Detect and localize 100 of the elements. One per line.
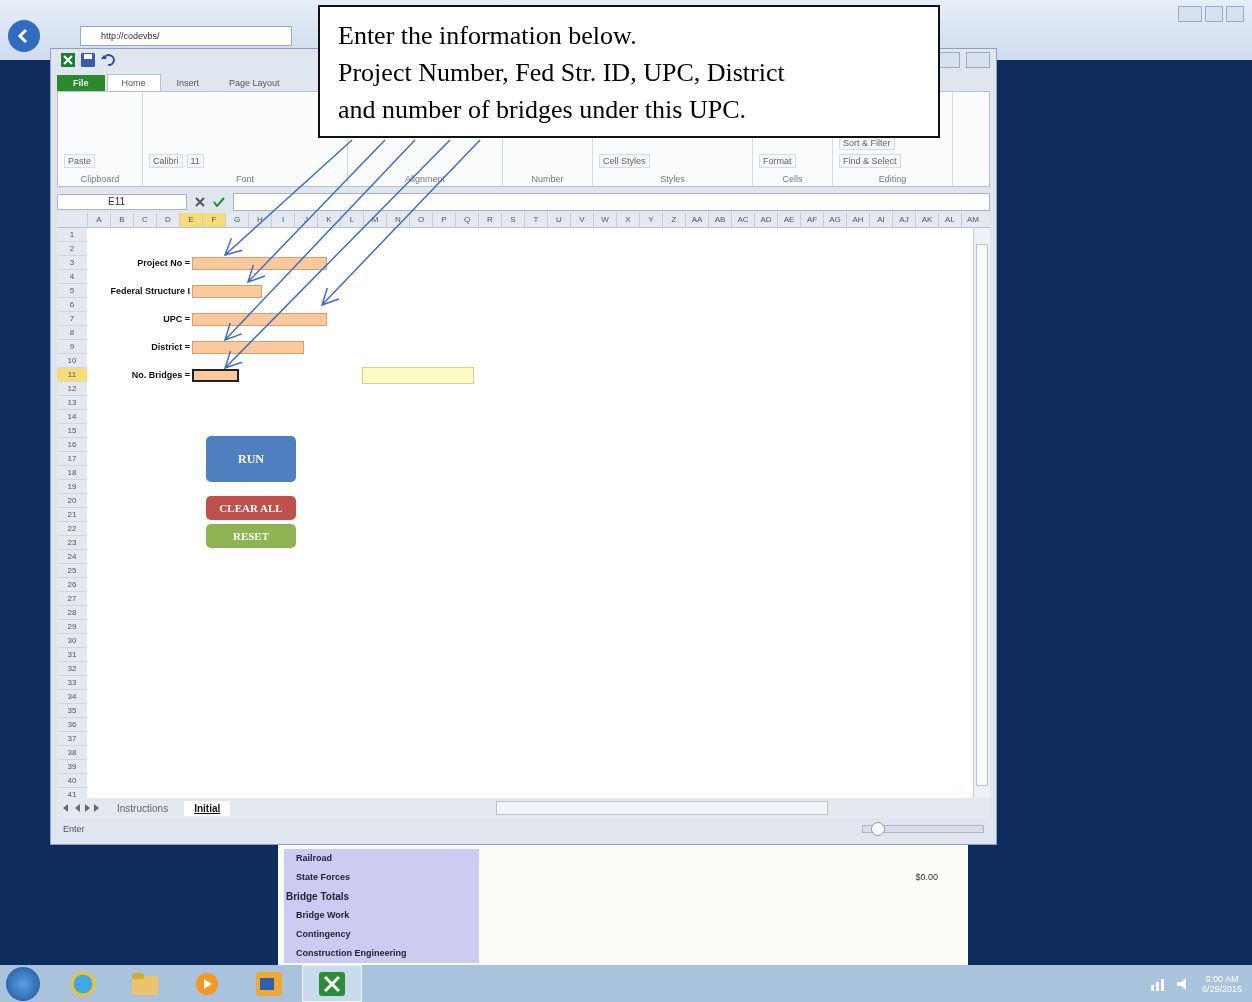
row-header[interactable]: 32 — [57, 662, 87, 676]
column-header[interactable]: AM — [961, 213, 984, 227]
row-header[interactable]: 20 — [57, 494, 87, 508]
column-header[interactable]: AG — [823, 213, 846, 227]
column-header[interactable]: B — [110, 213, 133, 227]
column-header[interactable]: E — [179, 213, 202, 227]
column-header[interactable]: V — [570, 213, 593, 227]
row-header[interactable]: 13 — [57, 396, 87, 410]
ribbon-button[interactable]: Find & Select — [839, 154, 901, 168]
row-header[interactable]: 6 — [57, 298, 87, 312]
row-header[interactable]: 21 — [57, 508, 87, 522]
row-header[interactable]: 39 — [57, 760, 87, 774]
ribbon-tab[interactable]: Insert — [162, 75, 214, 91]
row-header[interactable]: 14 — [57, 410, 87, 424]
column-header[interactable]: AC — [731, 213, 754, 227]
row-header[interactable]: 12 — [57, 382, 87, 396]
row-header[interactable]: 16 — [57, 438, 87, 452]
row-header[interactable]: 24 — [57, 550, 87, 564]
column-header[interactable]: AF — [800, 213, 823, 227]
table-cell: $0.00 — [915, 872, 938, 882]
row-header[interactable]: 4 — [57, 270, 87, 284]
column-header[interactable]: H — [248, 213, 271, 227]
ribbon-button[interactable]: Paste — [64, 154, 95, 168]
sheet-tab[interactable]: Initial — [184, 800, 231, 816]
macro-button[interactable]: CLEAR ALL — [206, 496, 296, 520]
row-label: Bridge Work — [284, 906, 479, 925]
row-header[interactable]: 27 — [57, 592, 87, 606]
column-header[interactable]: AH — [846, 213, 869, 227]
column-header[interactable]: AB — [708, 213, 731, 227]
row-header[interactable]: 36 — [57, 718, 87, 732]
address-bar[interactable]: http://codevbs/ — [80, 26, 292, 46]
macro-button[interactable]: RUN — [206, 436, 296, 482]
row-header[interactable]: 25 — [57, 564, 87, 578]
column-header[interactable]: K — [317, 213, 340, 227]
row-header[interactable]: 15 — [57, 424, 87, 438]
column-header[interactable]: C — [133, 213, 156, 227]
row-label: Railroad — [284, 849, 479, 868]
column-header[interactable]: Q — [455, 213, 478, 227]
row-header[interactable]: 17 — [57, 452, 87, 466]
column-header[interactable]: AA — [685, 213, 708, 227]
row-header[interactable]: 23 — [57, 536, 87, 550]
column-header[interactable]: A — [87, 213, 110, 227]
row-header[interactable]: 29 — [57, 620, 87, 634]
column-header[interactable]: R — [478, 213, 501, 227]
column-header[interactable]: U — [547, 213, 570, 227]
row-header[interactable]: 7 — [57, 312, 87, 326]
ribbon-button[interactable]: Format — [759, 154, 796, 168]
column-header[interactable]: G — [225, 213, 248, 227]
row-header[interactable]: 28 — [57, 606, 87, 620]
ribbon-button[interactable]: 11 — [186, 154, 204, 168]
ribbon-button[interactable]: Cell Styles — [599, 154, 650, 168]
clock-time: 9:00 AM — [1205, 973, 1239, 984]
column-header[interactable]: P — [432, 213, 455, 227]
sheet-tab[interactable]: Instructions — [107, 800, 179, 816]
group-label: Number — [530, 174, 565, 184]
row-header[interactable]: 30 — [57, 634, 87, 648]
column-header[interactable]: AI — [869, 213, 892, 227]
column-header[interactable]: AL — [938, 213, 961, 227]
column-header[interactable]: S — [501, 213, 524, 227]
row-header[interactable]: 8 — [57, 326, 87, 340]
field-label: UPC = — [162, 314, 191, 324]
row-header[interactable]: 11 — [57, 368, 87, 382]
row-header[interactable]: 37 — [57, 732, 87, 746]
row-header[interactable]: 31 — [57, 648, 87, 662]
row-header[interactable]: 38 — [57, 746, 87, 760]
column-header[interactable]: AK — [915, 213, 938, 227]
column-header[interactable]: X — [616, 213, 639, 227]
row-header[interactable]: 34 — [57, 690, 87, 704]
column-header[interactable]: AJ — [892, 213, 915, 227]
ribbon-button[interactable]: Calibri — [149, 154, 183, 168]
ribbon-tab[interactable]: File — [57, 75, 105, 91]
row-header[interactable]: 18 — [57, 466, 87, 480]
row-header[interactable]: 5 — [57, 284, 87, 298]
row-header[interactable]: 26 — [57, 578, 87, 592]
row-header[interactable]: 40 — [57, 774, 87, 788]
field-label: Federal Structure I — [109, 286, 191, 296]
column-header[interactable]: L — [340, 213, 363, 227]
column-header[interactable]: AE — [777, 213, 800, 227]
row-header[interactable]: 1 — [57, 228, 87, 242]
column-header[interactable]: Y — [639, 213, 662, 227]
name-box[interactable]: E11 — [57, 194, 187, 210]
column-header[interactable]: I — [271, 213, 294, 227]
row-header[interactable]: 3 — [57, 256, 87, 270]
column-header[interactable]: N — [386, 213, 409, 227]
row-label: Construction Engineering — [284, 944, 479, 963]
column-header[interactable]: T — [524, 213, 547, 227]
row-header[interactable]: 9 — [57, 340, 87, 354]
row-header[interactable]: 33 — [57, 676, 87, 690]
ribbon-tab[interactable]: Home — [106, 74, 161, 91]
ribbon-tab[interactable]: Page Layout — [215, 75, 294, 91]
column-header[interactable]: W — [593, 213, 616, 227]
column-header[interactable]: F — [202, 213, 225, 227]
row-header[interactable]: 19 — [57, 480, 87, 494]
row-header[interactable]: 22 — [57, 522, 87, 536]
column-header[interactable]: AD — [754, 213, 777, 227]
row-header[interactable]: 2 — [57, 242, 87, 256]
column-header[interactable]: O — [409, 213, 432, 227]
row-header[interactable]: 35 — [57, 704, 87, 718]
column-header[interactable]: Z — [662, 213, 685, 227]
row-label: State Forces — [284, 868, 479, 887]
